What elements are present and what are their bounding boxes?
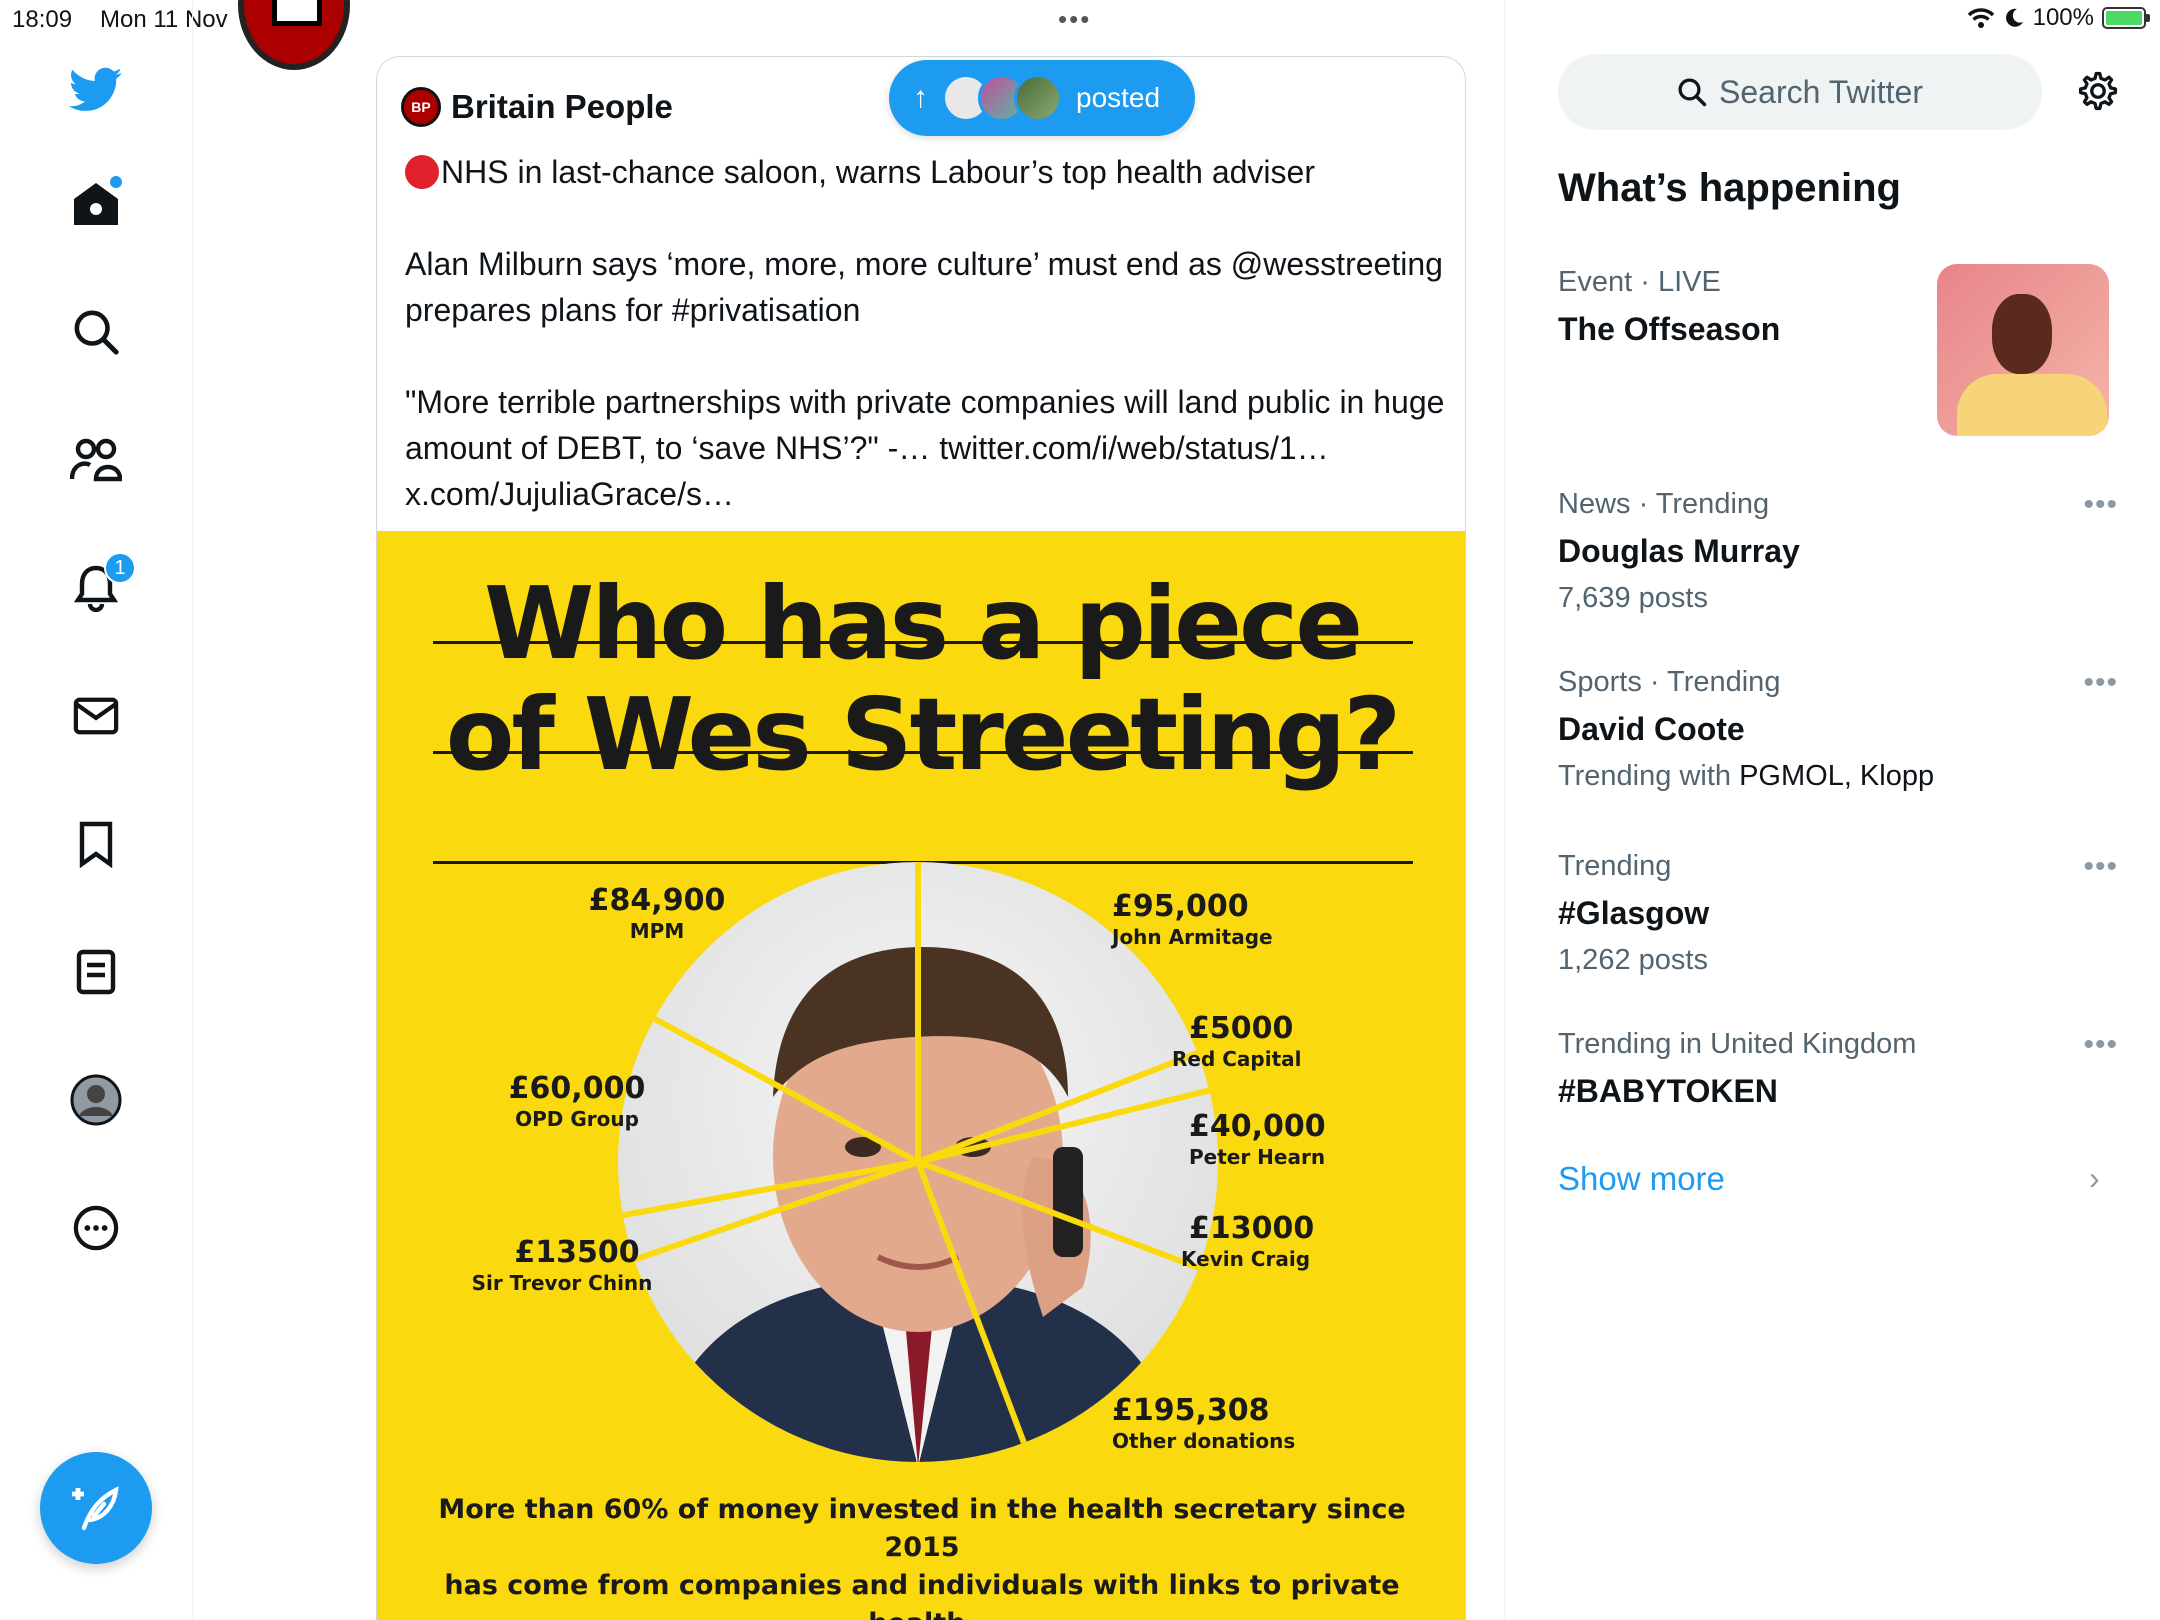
right-sidebar: Search Twitter What’s happening Event · … (1505, 0, 2160, 1620)
trend-name: #Glasgow (1558, 895, 1710, 931)
nav-bookmarks[interactable] (66, 814, 126, 874)
gear-icon (2078, 71, 2118, 111)
lists-icon (76, 949, 116, 995)
search-icon (74, 310, 119, 355)
red-circle-emoji-icon (405, 155, 439, 189)
trend-name: David Coote (1558, 711, 1745, 747)
nav-explore[interactable] (66, 302, 126, 362)
twitter-logo-icon[interactable] (66, 60, 126, 120)
tweet-text-line1: NHS in last-chance saloon, warns Labour’… (441, 154, 1315, 190)
trend-category: Sports · Trending (1558, 666, 1781, 698)
communities-icon (70, 438, 122, 482)
label-amount-kevin-craig: £13000 (1189, 1211, 1315, 1246)
label-name-kevin-craig: Kevin Craig (1181, 1247, 1311, 1271)
home-unread-dot (110, 176, 122, 188)
trend-category: Trending (1558, 850, 1672, 882)
label-name-mpm: MPM (629, 919, 685, 943)
previous-tweet-avatar[interactable] (238, 0, 350, 70)
trend-more-icon[interactable]: ••• (2083, 850, 2118, 884)
label-name-other-donations: Other donations (1112, 1429, 1296, 1453)
trend-item[interactable]: Trending #Glasgow 1,262 posts ••• (1558, 850, 2118, 977)
nav-messages[interactable] (66, 686, 126, 746)
settings-button[interactable] (2073, 66, 2123, 116)
label-name-peter-hearn: Peter Hearn (1189, 1145, 1326, 1169)
trend-category: Trending in United Kingdom (1558, 1028, 1917, 1060)
tweet-text: NHS in last-chance saloon, warns Labour’… (405, 149, 1445, 517)
tweet-header: BP Britain People (401, 87, 673, 127)
nav-profile[interactable] (66, 1070, 126, 1130)
poster-headline-line1: Who has a piece (483, 565, 1363, 682)
trend-category: Event (1558, 266, 1633, 298)
show-more-link[interactable]: Show more (1558, 1160, 1725, 1198)
label-amount-peter-hearn: £40,000 (1189, 1109, 1326, 1144)
tweet-image[interactable]: Who has a piece of Wes Streeting? £84,90… (377, 531, 1465, 1620)
more-circle-icon (73, 1205, 119, 1251)
trend-category: News · Trending (1558, 488, 1770, 520)
mail-icon (73, 697, 119, 735)
search-icon (1678, 78, 1707, 107)
search-input[interactable]: Search Twitter (1558, 54, 2042, 130)
tweet-author[interactable]: Britain People (451, 88, 673, 126)
label-amount-sir-trevor-chinn: £13500 (514, 1235, 640, 1270)
britain-people-avatar[interactable]: BP (401, 87, 441, 127)
label-amount-opd-group: £60,000 (508, 1071, 646, 1106)
label-amount-mpm: £84,900 (588, 883, 726, 918)
trend-more-icon[interactable]: ••• (2083, 666, 2118, 700)
trend-item[interactable]: News · Trending Douglas Murray 7,639 pos… (1558, 488, 2118, 615)
tweet-text-body: Alan Milburn says ‘more, more, more cult… (405, 246, 1445, 512)
label-amount-red-capital: £5000 (1189, 1011, 1294, 1046)
label-name-sir-trevor-chinn: Sir Trevor Chinn (471, 1271, 653, 1295)
left-nav: 1 (0, 0, 193, 1620)
nav-more[interactable] (66, 1198, 126, 1258)
pill-avatar-3 (1014, 74, 1062, 122)
search-placeholder: Search Twitter (1719, 73, 1923, 110)
trend-name: Douglas Murray (1558, 533, 1800, 569)
compose-tweet-button[interactable] (40, 1452, 152, 1564)
trend-more-icon[interactable]: ••• (2083, 488, 2118, 522)
trend-post-count: 7,639 posts (1558, 582, 1708, 614)
event-thumbnail[interactable] (1937, 264, 2109, 436)
poster-footer-line2: has come from companies and individuals … (444, 1570, 1400, 1620)
trend-item[interactable]: Sports · Trending David Coote Trending w… (1558, 666, 2118, 793)
label-name-red-capital: Red Capital (1172, 1047, 1302, 1071)
tweet-card[interactable]: BP Britain People 5h NHS in last-chance … (376, 56, 1466, 1620)
nav-lists[interactable] (66, 942, 126, 1002)
chevron-right-icon: › (2089, 1160, 2100, 1196)
label-amount-john-armitage: £95,000 (1112, 889, 1249, 924)
new-posts-pill[interactable]: ↑ posted (889, 60, 1195, 136)
trend-item[interactable]: Trending in United Kingdom #BABYTOKEN ••… (1558, 1028, 2118, 1110)
label-name-john-armitage: John Armitage (1112, 925, 1273, 949)
trend-name: #BABYTOKEN (1558, 1073, 1778, 1109)
whats-happening-title: What’s happening (1558, 166, 1901, 210)
trend-sub-highlight: PGMOL, Klopp (1739, 760, 1935, 792)
poster-headline-line2: of Wes Streeting? (445, 676, 1402, 793)
poster-footer: More than 60% of money invested in the h… (407, 1491, 1437, 1620)
nav-notifications[interactable]: 1 (66, 552, 136, 618)
posted-label: posted (1076, 82, 1161, 113)
nav-communities[interactable] (66, 430, 126, 490)
arrow-up-icon: ↑ (913, 81, 928, 114)
home-icon (74, 183, 118, 225)
label-name-opd-group: OPD Group (515, 1107, 639, 1131)
bookmark-icon (79, 821, 113, 868)
trend-context: LIVE (1657, 266, 1721, 298)
trend-post-count: 1,262 posts (1558, 944, 1708, 976)
trend-more-icon[interactable]: ••• (2083, 1028, 2118, 1062)
trend-sub-prefix: Trending with (1558, 760, 1740, 792)
avatar (70, 1074, 122, 1126)
timeline: BP Britain People 5h NHS in last-chance … (193, 0, 1505, 1620)
notifications-badge: 1 (104, 552, 136, 584)
label-amount-other-donations: £195,308 (1112, 1393, 1270, 1428)
poster-footer-line1: More than 60% of money invested in the h… (438, 1494, 1406, 1563)
nav-home[interactable] (66, 174, 126, 234)
compose-feather-icon (72, 1486, 119, 1531)
